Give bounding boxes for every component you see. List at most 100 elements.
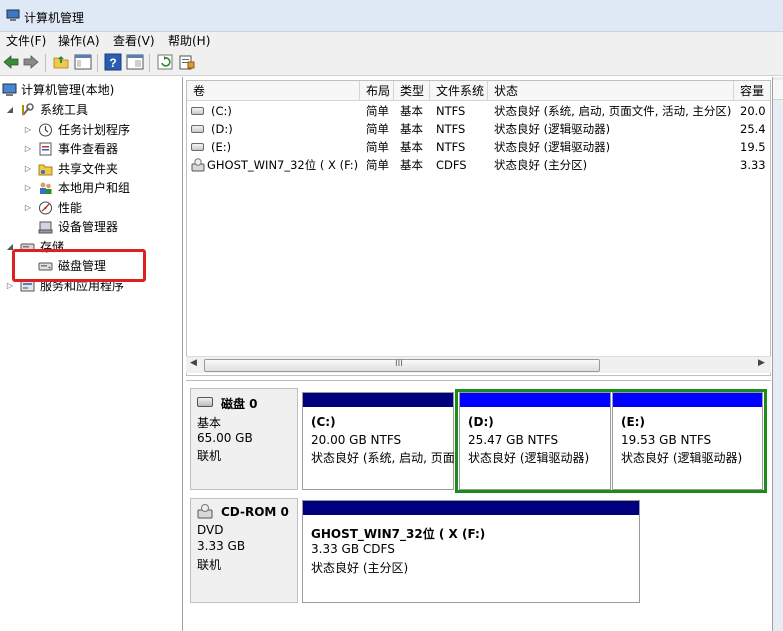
- column-header-type[interactable]: 类型: [394, 81, 430, 101]
- cell-layout: 简单: [366, 158, 389, 172]
- collapsed-arrow-icon[interactable]: ▷: [24, 140, 32, 158]
- collapsed-arrow-icon[interactable]: ▷: [24, 199, 32, 217]
- menu-view[interactable]: 查看(V): [111, 33, 157, 49]
- cell-type: 基本: [400, 158, 423, 172]
- cell-capacity: 25.4: [740, 122, 766, 136]
- cell-volume: (D:): [211, 122, 233, 136]
- partition-f[interactable]: GHOST_WIN7_32位 ( X (F:) 3.33 GB CDFS 状态良…: [302, 500, 640, 603]
- drive-icon: [191, 143, 204, 151]
- cell-volume: (C:): [211, 104, 232, 118]
- cell-status: 状态良好 (逻辑驱动器): [494, 140, 611, 154]
- disk-0-label[interactable]: 磁盘 0 基本 65.00 GB 联机: [190, 388, 298, 490]
- device-manager-icon: [38, 221, 53, 234]
- horizontal-scrollbar[interactable]: ◀ III ▶: [186, 356, 771, 373]
- disk-management-highlight: [12, 249, 146, 282]
- scroll-left-icon[interactable]: ◀: [190, 358, 197, 368]
- scrollbar-thumb[interactable]: III: [204, 359, 600, 372]
- disk-size: 3.33 GB: [197, 539, 246, 553]
- partition-name: GHOST_WIN7_32位 ( X (F:): [311, 527, 486, 541]
- primary-partition-bar: [303, 393, 453, 407]
- tree-label: 共享文件夹: [58, 162, 119, 176]
- navigation-tree: 计算机管理(本地) ◢ 系统工具 ▷ 任务计划程序 ▷ 事件查看器 ▷ 共享文件…: [0, 77, 183, 631]
- cell-volume: GHOST_WIN7_32位 ( X (F:): [207, 158, 359, 172]
- expanded-arrow-icon[interactable]: ◢: [6, 101, 14, 119]
- help-icon[interactable]: ?: [104, 53, 122, 71]
- cell-status: 状态良好 (逻辑驱动器): [494, 122, 611, 136]
- clock-icon: [39, 123, 52, 137]
- properties-icon[interactable]: [126, 53, 144, 71]
- cell-type: 基本: [400, 122, 423, 136]
- event-viewer-icon: [39, 142, 52, 156]
- back-icon[interactable]: [2, 53, 20, 71]
- menu-action[interactable]: 操作(A): [56, 33, 102, 49]
- up-folder-icon[interactable]: [52, 53, 70, 71]
- cdrom-0-label[interactable]: CD-ROM 0 DVD 3.33 GB 联机: [190, 498, 298, 603]
- tree-label: 系统工具: [40, 103, 89, 117]
- tools-icon: [22, 103, 34, 116]
- toolbar-separator: [97, 54, 98, 72]
- menu-bar: 文件(F) 操作(A) 查看(V) 帮助(H): [0, 32, 783, 50]
- partition-name: (C:): [311, 415, 336, 429]
- column-header-capacity[interactable]: 容量: [734, 81, 770, 101]
- svg-text:?: ?: [109, 56, 116, 70]
- users-icon: [40, 182, 52, 194]
- title-bar: 计算机管理: [0, 0, 783, 32]
- column-header-status[interactable]: 状态: [488, 81, 734, 101]
- refresh-icon[interactable]: [156, 53, 174, 71]
- cell-type: 基本: [400, 140, 423, 154]
- drive-icon: [191, 107, 204, 115]
- column-header-filesystem[interactable]: 文件系统: [430, 81, 488, 101]
- cell-status: 状态良好 (系统, 启动, 页面文件, 活动, 主分区): [494, 104, 732, 118]
- column-header-volume[interactable]: 卷: [187, 81, 360, 101]
- cell-capacity: 20.0: [740, 104, 766, 118]
- menu-file[interactable]: 文件(F): [4, 33, 48, 49]
- collapsed-arrow-icon[interactable]: ▷: [24, 121, 32, 139]
- menu-help[interactable]: 帮助(H): [166, 33, 212, 49]
- table-row[interactable]: (E:) 简单 基本 NTFS 状态良好 (逻辑驱动器) 19.5: [187, 138, 770, 156]
- disk-size: 65.00 GB: [197, 431, 253, 445]
- tree-label: 本地用户和组: [58, 181, 131, 195]
- export-icon[interactable]: [178, 53, 196, 71]
- cell-layout: 简单: [366, 140, 389, 154]
- tree-label: 设备管理器: [58, 220, 119, 234]
- scrollbar-grip: III: [395, 359, 403, 369]
- volume-list-header: 卷 布局 类型 文件系统 状态 容量: [187, 81, 770, 101]
- tree-label: 任务计划程序: [58, 123, 131, 137]
- shared-folder-icon: [38, 164, 53, 176]
- cd-drive-icon: [197, 504, 213, 519]
- toolbar-separator: [149, 54, 150, 72]
- disk-name: CD-ROM 0: [221, 505, 289, 519]
- extended-partition-outline: [455, 389, 767, 493]
- volume-list: 卷 布局 类型 文件系统 状态 容量 (C:) 简单 基本 NTFS 状态良好 …: [186, 80, 771, 376]
- partition-status: 状态良好 (主分区): [311, 561, 409, 575]
- cell-status: 状态良好 (主分区): [494, 158, 588, 172]
- scroll-right-icon[interactable]: ▶: [758, 358, 765, 368]
- window-title: 计算机管理: [24, 11, 85, 25]
- cell-filesystem: NTFS: [436, 140, 466, 154]
- disk-state: 联机: [197, 449, 222, 463]
- partition-status: 状态良好 (系统, 启动, 页面: [311, 451, 455, 465]
- partition-c[interactable]: (C:) 20.00 GB NTFS 状态良好 (系统, 启动, 页面: [302, 392, 455, 490]
- drive-icon: [191, 125, 204, 133]
- collapsed-arrow-icon[interactable]: ▷: [24, 160, 32, 178]
- toolbar-separator: [45, 54, 46, 72]
- computer-management-icon: [2, 83, 17, 96]
- table-row[interactable]: GHOST_WIN7_32位 ( X (F:) 简单 基本 CDFS 状态良好 …: [187, 156, 770, 174]
- disk-name: 磁盘 0: [221, 397, 258, 411]
- cell-type: 基本: [400, 104, 423, 118]
- primary-partition-bar: [303, 501, 639, 515]
- actions-pane-header[interactable]: [773, 80, 783, 100]
- tree-label: 事件查看器: [58, 142, 119, 156]
- cell-capacity: 3.33: [740, 158, 766, 172]
- partition-size: 3.33 GB CDFS: [311, 542, 395, 556]
- table-row[interactable]: (C:) 简单 基本 NTFS 状态良好 (系统, 启动, 页面文件, 活动, …: [187, 102, 770, 120]
- disk-state: 联机: [197, 558, 222, 572]
- show-hide-tree-icon[interactable]: [74, 53, 92, 71]
- cell-layout: 简单: [366, 104, 389, 118]
- column-header-layout[interactable]: 布局: [360, 81, 394, 101]
- collapsed-arrow-icon[interactable]: ▷: [24, 179, 32, 197]
- forward-icon[interactable]: [22, 53, 40, 71]
- partition-size: 20.00 GB NTFS: [311, 433, 402, 447]
- table-row[interactable]: (D:) 简单 基本 NTFS 状态良好 (逻辑驱动器) 25.4: [187, 120, 770, 138]
- cell-volume: (E:): [211, 140, 232, 154]
